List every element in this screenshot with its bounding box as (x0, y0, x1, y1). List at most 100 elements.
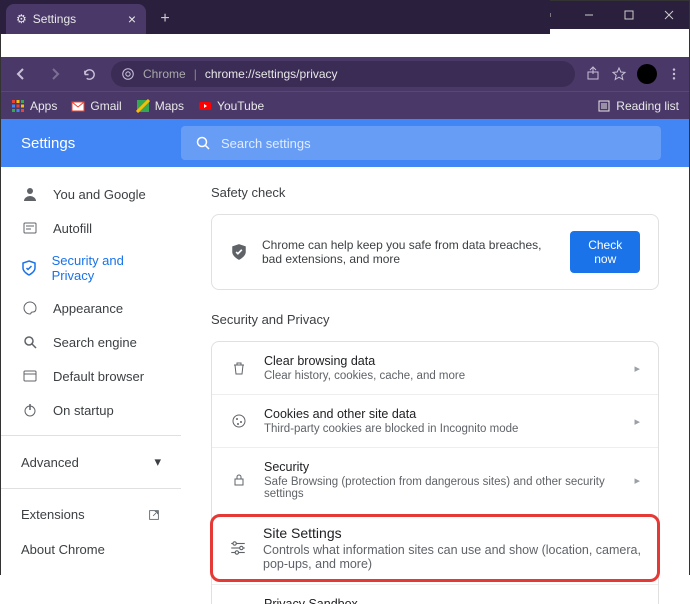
sidebar-item-appearance[interactable]: Appearance (1, 291, 181, 325)
back-button[interactable] (9, 62, 33, 86)
row-security[interactable]: Security Safe Browsing (protection from d… (212, 447, 658, 512)
sliders-icon (229, 539, 247, 557)
external-link-icon (147, 508, 161, 522)
bookmark-maps[interactable]: Maps (136, 99, 184, 113)
address-bar[interactable]: Chrome | chrome://settings/privacy (111, 61, 575, 87)
bookmarks-bar: Apps Gmail Maps YouTube Reading list (1, 91, 689, 119)
search-icon (21, 333, 39, 351)
reading-list-label: Reading list (616, 99, 679, 113)
bookmark-label: Maps (155, 99, 184, 113)
row-title: Security (264, 460, 618, 474)
window-close-button[interactable] (649, 1, 689, 29)
gear-icon: ⚙ (16, 12, 27, 26)
section-title-safety: Safety check (211, 185, 659, 200)
apps-icon (11, 99, 25, 113)
chrome-icon (121, 67, 135, 81)
power-icon (21, 401, 39, 419)
divider (1, 435, 181, 436)
shield-icon (230, 243, 248, 261)
search-settings-box[interactable] (181, 126, 661, 160)
gmail-icon (71, 99, 85, 113)
browser-tab[interactable]: ⚙ Settings × (6, 4, 146, 34)
browser-toolbar: Chrome | chrome://settings/privacy (1, 57, 689, 91)
url-path: chrome://settings/privacy (205, 67, 338, 81)
autofill-icon (21, 219, 39, 237)
sidebar-item-search-engine[interactable]: Search engine (1, 325, 181, 359)
browser-icon (21, 367, 39, 385)
privacy-card: Clear browsing data Clear history, cookie… (211, 341, 659, 604)
about-label: About Chrome (21, 542, 105, 557)
reload-button[interactable] (77, 62, 101, 86)
sidebar-extensions[interactable]: Extensions (1, 497, 181, 532)
advanced-label: Advanced (21, 455, 79, 470)
reading-list-icon (597, 99, 611, 113)
sidebar-about-chrome[interactable]: About Chrome (1, 532, 181, 567)
url-origin: Chrome (143, 67, 186, 81)
person-icon (21, 185, 39, 203)
bookmark-apps[interactable]: Apps (11, 99, 57, 113)
row-privacy-sandbox[interactable]: Privacy SandboxTrial features are on (212, 584, 658, 604)
row-subtitle: Controls what information sites can use … (263, 543, 641, 571)
window-minimize-button[interactable] (569, 1, 609, 29)
bookmark-label: Gmail (90, 99, 121, 113)
sidebar-item-label: Autofill (53, 221, 92, 236)
row-subtitle: Third-party cookies are blocked in Incog… (264, 423, 618, 435)
row-site-settings[interactable]: Site Settings Controls what information s… (210, 514, 660, 582)
sidebar-item-label: Security and Privacy (52, 253, 161, 283)
sidebar-item-label: You and Google (53, 187, 146, 202)
bookmark-label: Apps (30, 99, 57, 113)
safety-text: Chrome can help keep you safe from data … (262, 238, 556, 266)
settings-content: Safety check Chrome can help keep you sa… (181, 167, 689, 604)
shield-icon (21, 259, 38, 277)
settings-header: Settings (1, 119, 689, 167)
forward-button[interactable] (43, 62, 67, 86)
share-icon[interactable] (585, 66, 601, 82)
extensions-label: Extensions (21, 507, 85, 522)
close-tab-icon[interactable]: × (128, 11, 136, 27)
sidebar-item-label: Default browser (53, 369, 144, 384)
chevron-right-icon: ▸ (634, 415, 640, 428)
sidebar-item-you-and-google[interactable]: You and Google (1, 177, 181, 211)
cookie-icon (230, 413, 248, 429)
row-subtitle: Safe Browsing (protection from dangerous… (264, 476, 618, 500)
chevron-right-icon: ▸ (634, 474, 640, 487)
sidebar-item-on-startup[interactable]: On startup (1, 393, 181, 427)
star-icon[interactable] (611, 66, 627, 82)
palette-icon (21, 299, 39, 317)
sidebar-item-label: Search engine (53, 335, 137, 350)
search-input[interactable] (221, 136, 647, 151)
maps-icon (136, 99, 150, 113)
row-subtitle: Clear history, cookies, cache, and more (264, 370, 618, 382)
row-title: Clear browsing data (264, 354, 618, 368)
lock-icon (230, 472, 248, 488)
reading-list-button[interactable]: Reading list (597, 99, 679, 113)
row-title: Site Settings (263, 525, 641, 541)
search-icon (195, 135, 211, 151)
row-title: Privacy Sandbox (264, 597, 610, 604)
profile-avatar[interactable] (637, 64, 657, 84)
tab-title: Settings (33, 12, 76, 26)
check-now-button[interactable]: Check now (570, 231, 640, 273)
trash-icon (230, 360, 248, 376)
sidebar-item-label: On startup (53, 403, 114, 418)
chevron-down-icon: ▾ (154, 454, 161, 470)
divider (1, 488, 181, 489)
sidebar-advanced[interactable]: Advanced ▾ (1, 444, 181, 480)
bookmark-youtube[interactable]: YouTube (198, 99, 264, 113)
window-maximize-button[interactable] (609, 1, 649, 29)
page-title: Settings (21, 135, 181, 152)
row-title: Cookies and other site data (264, 407, 618, 421)
safety-check-card: Chrome can help keep you safe from data … (211, 214, 659, 290)
chevron-right-icon: ▸ (634, 362, 640, 375)
bookmark-label: YouTube (217, 99, 264, 113)
menu-icon[interactable] (667, 67, 681, 81)
sidebar-item-label: Appearance (53, 301, 123, 316)
sidebar-item-default-browser[interactable]: Default browser (1, 359, 181, 393)
sidebar-item-security-privacy[interactable]: Security and Privacy (1, 245, 181, 291)
row-cookies[interactable]: Cookies and other site data Third-party c… (212, 394, 658, 447)
bookmark-gmail[interactable]: Gmail (71, 99, 121, 113)
settings-sidebar: You and Google Autofill Security and Pri… (1, 167, 181, 604)
row-clear-browsing-data[interactable]: Clear browsing data Clear history, cookie… (212, 342, 658, 394)
sidebar-item-autofill[interactable]: Autofill (1, 211, 181, 245)
new-tab-button[interactable]: + (152, 6, 178, 32)
